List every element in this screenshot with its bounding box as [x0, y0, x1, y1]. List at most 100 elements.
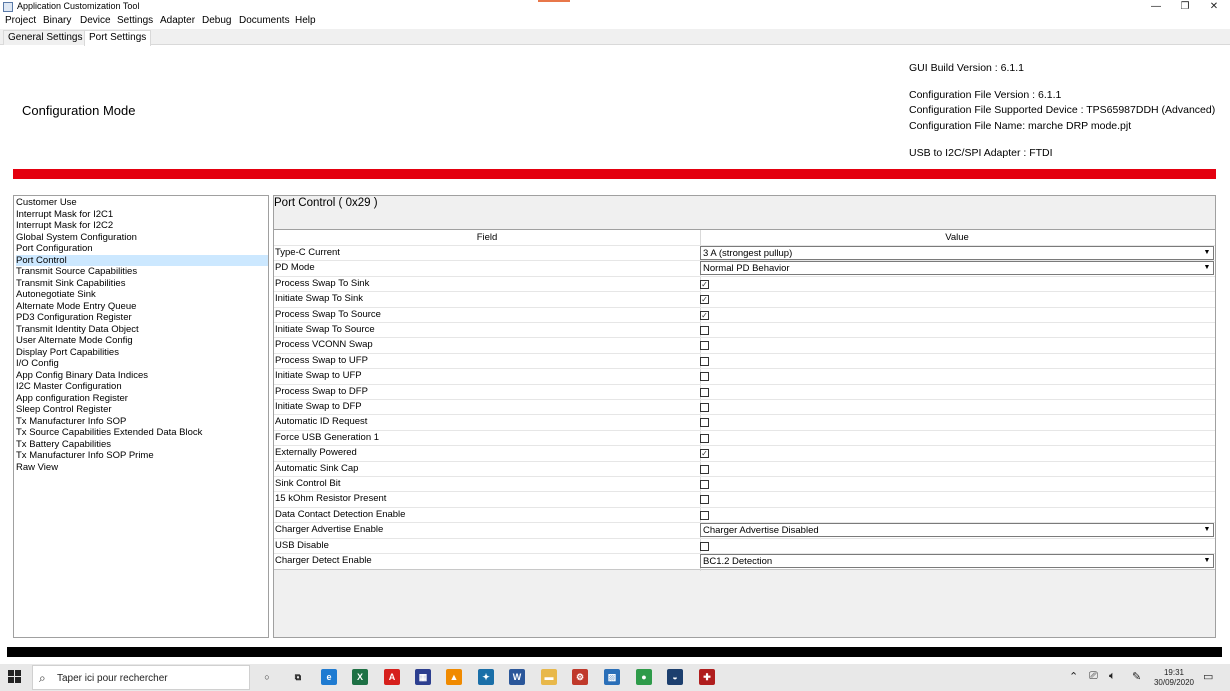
title-accent [538, 0, 570, 2]
field-dropdown[interactable]: BC1.2 Detection ▼ [700, 554, 1214, 568]
chevron-down-icon[interactable]: ▼ [1202, 248, 1212, 258]
app-icon-red[interactable]: ⚙ [572, 669, 588, 685]
vlc-icon[interactable]: ▲ [446, 669, 462, 685]
dropdown-value: 3 A (strongest pullup) [703, 248, 793, 259]
tab-general-settings[interactable]: General Settings [3, 30, 88, 45]
bottom-black-bar [7, 647, 1222, 657]
chevron-down-icon[interactable]: ▼ [1202, 556, 1212, 566]
register-list-item[interactable]: Port Control [16, 254, 268, 266]
field-dropdown[interactable]: 3 A (strongest pullup) ▼ [700, 246, 1214, 260]
taskbar-search-input[interactable]: ⌕ Taper ici pour rechercher [32, 665, 250, 690]
menu-debug[interactable]: Debug [202, 15, 231, 26]
acrobat-icon[interactable]: A [384, 669, 400, 685]
field-name: Data Contact Detection Enable [275, 508, 406, 520]
register-list-item[interactable]: I2C Master Configuration [16, 381, 268, 393]
field-row: Process Swap to UFP [274, 352, 1215, 368]
config-file-name: Configuration File Name: marche DRP mode… [909, 120, 1132, 132]
field-name: Process Swap to DFP [275, 385, 368, 397]
register-list-item[interactable]: Global System Configuration [16, 232, 268, 244]
field-checkbox[interactable] [700, 541, 709, 551]
chevron-down-icon[interactable]: ▼ [1202, 525, 1212, 535]
field-checkbox[interactable] [700, 372, 709, 382]
menu-documents[interactable]: Documents [239, 15, 290, 26]
photos-icon[interactable]: ▨ [604, 669, 620, 685]
field-checkbox[interactable] [700, 510, 709, 520]
menu-project[interactable]: Project [5, 15, 36, 26]
register-list-item[interactable]: Tx Manufacturer Info SOP Prime [16, 450, 268, 462]
field-checkbox[interactable] [700, 480, 709, 489]
app-icon-teal[interactable]: ✦ [478, 669, 494, 685]
register-detail-panel: Port Control ( 0x29 ) Field Value Type-C… [273, 195, 1216, 638]
register-list-item[interactable]: Transmit Sink Capabilities [16, 278, 268, 290]
chevron-up-icon[interactable]: ⌃ [1069, 670, 1078, 683]
register-list-item[interactable]: Customer Use [16, 197, 268, 209]
register-list-item[interactable]: PD3 Configuration Register [16, 312, 268, 324]
volume-icon[interactable]: 🔈︎ [1109, 670, 1116, 683]
tab-port-settings[interactable]: Port Settings [84, 30, 152, 46]
field-checkbox[interactable] [700, 433, 709, 443]
task-view-icon[interactable]: ⧉ [290, 669, 306, 685]
field-dropdown[interactable]: Normal PD Behavior ▼ [700, 261, 1214, 276]
word-icon[interactable]: W [509, 669, 525, 685]
register-list: Customer Use Interrupt Mask for I2C1 Inter… [13, 195, 269, 638]
field-row: Process Swap To Sink ✓ [274, 275, 1215, 291]
minimize-button[interactable]: — [1142, 0, 1170, 14]
register-list-item[interactable]: Transmit Identity Data Object [16, 324, 268, 336]
field-checkbox[interactable] [700, 418, 709, 428]
register-list-item[interactable]: Transmit Source Capabilities [16, 266, 268, 278]
windows-start-icon[interactable] [8, 670, 22, 684]
field-row: Initiate Swap to DFP [274, 399, 1215, 414]
file-explorer-icon[interactable]: ▬ [541, 669, 557, 685]
register-list-item[interactable]: Autonegotiate Sink [16, 289, 268, 301]
field-checkbox[interactable] [700, 341, 709, 351]
excel-icon[interactable]: X [352, 669, 368, 685]
app-icon-active[interactable]: ✚ [699, 669, 715, 685]
app-icon-navy[interactable]: ◒ [667, 669, 683, 685]
field-checkbox[interactable] [700, 403, 709, 412]
field-checkbox[interactable] [700, 495, 709, 505]
field-dropdown[interactable]: Charger Advertise Disabled ▼ [700, 523, 1214, 538]
adapter-info: USB to I2C/SPI Adapter : FTDI [909, 147, 1053, 159]
register-list-item[interactable]: Interrupt Mask for I2C1 [16, 209, 268, 221]
register-list-item[interactable]: Tx Manufacturer Info SOP [16, 416, 268, 428]
register-list-item[interactable]: Sleep Control Register [16, 404, 268, 416]
field-checkbox[interactable] [700, 326, 709, 335]
cortana-icon[interactable]: ○ [259, 669, 275, 685]
menu-bar: Project Binary Device Settings Adapter D… [0, 14, 1230, 29]
menu-settings[interactable]: Settings [117, 15, 153, 26]
pen-icon[interactable]: ✎ [1132, 670, 1141, 683]
field-checkbox[interactable]: ✓ [700, 310, 709, 320]
restore-button[interactable]: ❐ [1171, 0, 1199, 14]
edge-browser-icon[interactable]: e [321, 669, 337, 685]
field-checkbox[interactable] [700, 356, 709, 366]
gui-build-version: GUI Build Version : 6.1.1 [909, 62, 1024, 74]
field-checkbox[interactable]: ✓ [700, 295, 709, 305]
register-list-item[interactable]: User Alternate Mode Config [16, 335, 268, 347]
register-list-item[interactable]: Display Port Capabilities [16, 347, 268, 359]
chevron-down-icon[interactable]: ▼ [1202, 263, 1212, 273]
notification-icon[interactable]: ▭ [1203, 670, 1213, 683]
register-list-item[interactable]: App Config Binary Data Indices [16, 370, 268, 382]
register-list-item[interactable]: Tx Source Capabilities Extended Data Blo… [16, 427, 268, 439]
register-list-item[interactable]: Raw View [16, 462, 268, 474]
network-icon[interactable]: ⎚ [1089, 670, 1098, 683]
register-list-item[interactable]: Interrupt Mask for I2C2 [16, 220, 268, 232]
system-clock[interactable]: 19:31 30/09/2020 [1153, 668, 1195, 688]
register-list-item[interactable]: Port Configuration [16, 243, 268, 255]
field-checkbox[interactable] [700, 387, 709, 397]
app-icon-blue[interactable]: ▦ [415, 669, 431, 685]
register-list-item[interactable]: Tx Battery Capabilities [16, 439, 268, 451]
register-list-item[interactable]: App configuration Register [16, 393, 268, 405]
register-list-item[interactable]: Alternate Mode Entry Queue [16, 301, 268, 313]
field-checkbox[interactable] [700, 464, 709, 474]
close-button[interactable]: ✕ [1200, 0, 1228, 14]
menu-help[interactable]: Help [295, 15, 316, 26]
register-list-item[interactable]: I/O Config [16, 358, 268, 370]
menu-binary[interactable]: Binary [43, 15, 71, 26]
panel-title: Port Control ( 0x29 ) [274, 197, 378, 209]
chrome-icon[interactable]: ● [636, 669, 652, 685]
menu-device[interactable]: Device [80, 15, 111, 26]
field-checkbox[interactable]: ✓ [700, 279, 709, 289]
menu-adapter[interactable]: Adapter [160, 15, 195, 26]
field-checkbox[interactable]: ✓ [700, 449, 709, 459]
